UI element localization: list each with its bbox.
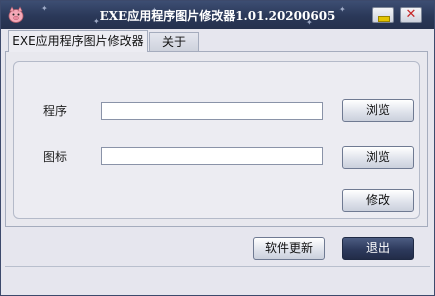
software-update-button[interactable]: 软件更新 [253, 237, 325, 260]
status-bar [5, 266, 430, 288]
modify-button[interactable]: 修改 [342, 189, 414, 212]
minimize-icon [378, 16, 390, 22]
app-window: ✦ ✦ ✦ ✦ ✦ EXE应用程序图片修改器1.01.20200605 ✕ EX… [0, 0, 435, 296]
browse-icon-button[interactable]: 浏览 [342, 146, 414, 169]
browse-program-button[interactable]: 浏览 [342, 99, 414, 122]
window-title: EXE应用程序图片修改器1.01.20200605 [99, 9, 336, 23]
close-icon: ✕ [405, 7, 417, 22]
program-path-field[interactable] [101, 102, 323, 120]
tab-image-modifier[interactable]: EXE应用程序图片修改器 [8, 30, 148, 52]
program-label: 程序 [43, 104, 68, 118]
title-bar[interactable]: ✦ ✦ ✦ ✦ ✦ EXE应用程序图片修改器1.01.20200605 ✕ [1, 1, 434, 29]
exit-button[interactable]: 退出 [342, 237, 414, 260]
tab-about[interactable]: 关于 [149, 32, 199, 52]
close-button[interactable]: ✕ [400, 7, 422, 23]
icon-label: 图标 [43, 150, 68, 164]
minimize-button[interactable] [372, 7, 394, 23]
icon-path-field[interactable] [101, 147, 323, 165]
